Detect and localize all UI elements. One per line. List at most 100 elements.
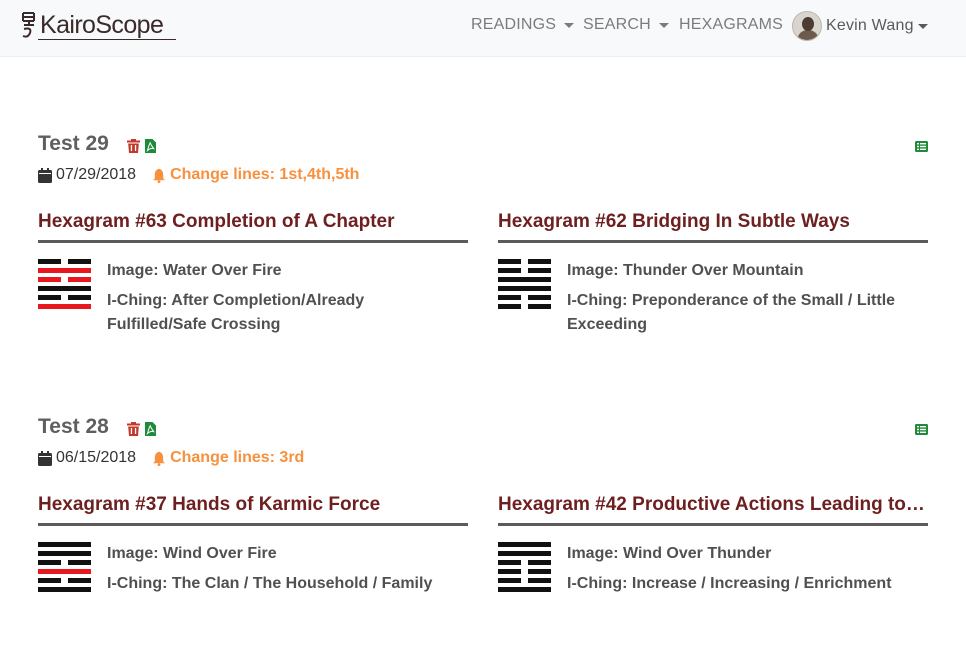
change-lines-text: Change lines: 1st,4th,5th <box>170 166 360 183</box>
nav-readings-label: READINGS <box>471 16 557 33</box>
change-lines-badge: Change lines: 1st,4th,5th <box>152 166 359 184</box>
nav-hexagrams-label: HEXAGRAMS <box>679 16 784 33</box>
brand-logo-link[interactable]: KairoScope <box>20 10 176 40</box>
nav-search-dropdown[interactable]: SEARCH <box>583 16 669 34</box>
hexagram-figure <box>498 542 551 592</box>
hexagram-broken-line-segment <box>38 578 61 583</box>
hexagram-solid-line <box>38 542 91 547</box>
hexagram-broken-line-segment <box>498 578 521 583</box>
hexagram-solid-line <box>498 587 551 592</box>
reading-details-button[interactable] <box>915 139 928 157</box>
hexagram-image-text: Image: Wind Over Fire <box>107 545 277 562</box>
pdf-file-icon <box>145 422 156 436</box>
trash-icon <box>127 139 140 153</box>
chevron-down-icon <box>658 22 669 28</box>
download-pdf-button[interactable] <box>145 422 156 441</box>
hexagram-card[interactable]: Hexagram #63 Completion of A Chapter Ima… <box>38 208 468 343</box>
hexagram-solid-line <box>38 569 91 574</box>
reading-date: 07/29/2018 <box>56 166 137 183</box>
list-icon <box>915 424 928 435</box>
hexagram-broken-line-segment <box>38 295 61 300</box>
bell-icon <box>153 451 166 466</box>
hexagram-broken-line-segment <box>528 569 551 574</box>
change-lines-text: Change lines: 3rd <box>170 449 305 466</box>
hexagram-broken-line-segment <box>38 259 61 264</box>
hexagram-iching-text: I-Ching: After Completion/Already Fulfil… <box>107 292 365 333</box>
hexagram-broken-line-segment <box>68 560 91 565</box>
pdf-file-icon <box>145 139 156 153</box>
hexagram-solid-line <box>498 277 551 282</box>
reading-card: Test 29 07/29/2018 Change lines: 1st,4th… <box>38 132 928 362</box>
hexagram-solid-line <box>38 268 91 273</box>
hexagram-solid-line <box>498 542 551 547</box>
hexagram-title[interactable]: Hexagram #63 Completion of A Chapter <box>38 208 468 243</box>
hexagram-broken-line-segment <box>528 268 551 273</box>
download-pdf-button[interactable] <box>145 139 156 158</box>
hexagram-broken-line-segment <box>38 560 61 565</box>
change-lines-badge: Change lines: 3rd <box>152 449 304 467</box>
hexagram-figure <box>38 542 91 592</box>
hexagram-broken-line-segment <box>498 268 521 273</box>
nav-search-label: SEARCH <box>583 16 651 33</box>
hexagram-title[interactable]: Hexagram #37 Hands of Karmic Force <box>38 491 468 526</box>
hexagram-broken-line-segment <box>528 560 551 565</box>
chevron-down-icon <box>917 23 928 29</box>
hexagram-figure <box>498 259 551 309</box>
top-navbar: KairoScope READINGS SEARCH HEXAGRAMS Kev… <box>0 0 966 57</box>
hexagram-broken-line-segment <box>498 295 521 300</box>
hexagram-iching-text: I-Ching: The Clan / The Household / Fami… <box>107 575 433 592</box>
hexagram-iching-text: I-Ching: Preponderance of the Small / Li… <box>567 292 896 333</box>
delete-reading-button[interactable] <box>127 139 140 158</box>
hexagram-broken-line-segment <box>68 295 91 300</box>
calendar-icon <box>38 167 52 183</box>
hexagram-broken-line-segment <box>498 569 521 574</box>
reading-meta: 06/15/2018 Change lines: 3rd <box>38 449 304 467</box>
delete-reading-button[interactable] <box>127 422 140 441</box>
hexagram-solid-line <box>498 286 551 291</box>
user-name: Kevin Wang <box>826 17 914 34</box>
user-menu-dropdown[interactable]: Kevin Wang <box>792 11 928 41</box>
brand-underline <box>38 39 176 40</box>
hexagram-broken-line-segment <box>68 578 91 583</box>
bell-icon <box>153 168 166 183</box>
nav-readings-dropdown[interactable]: READINGS <box>471 16 575 34</box>
hexagram-title[interactable]: Hexagram #42 Productive Actions Leading … <box>498 491 928 526</box>
hexagram-title[interactable]: Hexagram #62 Bridging In Subtle Ways <box>498 208 928 243</box>
reading-title: Test 28 <box>38 415 109 438</box>
hexagram-image-text: Image: Water Over Fire <box>107 262 282 279</box>
hexagram-image-text: Image: Thunder Over Mountain <box>567 262 804 279</box>
reading-title: Test 29 <box>38 132 109 155</box>
brand-name: KairoScope <box>40 11 164 39</box>
hexagram-image-text: Image: Wind Over Thunder <box>567 545 772 562</box>
hexagram-solid-line <box>38 587 91 592</box>
trash-icon <box>127 422 140 436</box>
hexagram-figure <box>38 259 91 309</box>
reading-details-button[interactable] <box>915 422 928 440</box>
hexagram-broken-line-segment <box>68 277 91 282</box>
hexagram-broken-line-segment <box>38 277 61 282</box>
hexagram-card[interactable]: Hexagram #62 Bridging In Subtle Ways Ima… <box>498 208 928 343</box>
hexagram-solid-line <box>498 551 551 556</box>
avatar <box>792 11 822 41</box>
hexagram-solid-line <box>38 551 91 556</box>
chevron-down-icon <box>564 22 575 28</box>
hexagram-broken-line-segment <box>498 304 521 309</box>
nav-hexagrams-link[interactable]: HEXAGRAMS <box>679 16 783 34</box>
kairoscope-logo-icon <box>22 12 35 38</box>
hexagram-broken-line-segment <box>528 259 551 264</box>
hexagram-card[interactable]: Hexagram #37 Hands of Karmic Force Image… <box>38 491 468 602</box>
hexagram-broken-line-segment <box>498 259 521 264</box>
reading-card: Test 28 06/15/2018 Change lines: 3rd Hex… <box>38 415 928 615</box>
hexagram-solid-line <box>38 286 91 291</box>
hexagram-broken-line-segment <box>528 578 551 583</box>
reading-meta: 07/29/2018 Change lines: 1st,4th,5th <box>38 166 359 184</box>
hexagram-solid-line <box>38 304 91 309</box>
calendar-icon <box>38 450 52 466</box>
hexagram-iching-text: I-Ching: Increase / Increasing / Enrichm… <box>567 575 892 592</box>
hexagram-broken-line-segment <box>498 560 521 565</box>
hexagram-card[interactable]: Hexagram #42 Productive Actions Leading … <box>498 491 928 602</box>
hexagram-broken-line-segment <box>528 295 551 300</box>
reading-date: 06/15/2018 <box>56 449 137 466</box>
hexagram-broken-line-segment <box>528 304 551 309</box>
list-icon <box>915 141 928 152</box>
